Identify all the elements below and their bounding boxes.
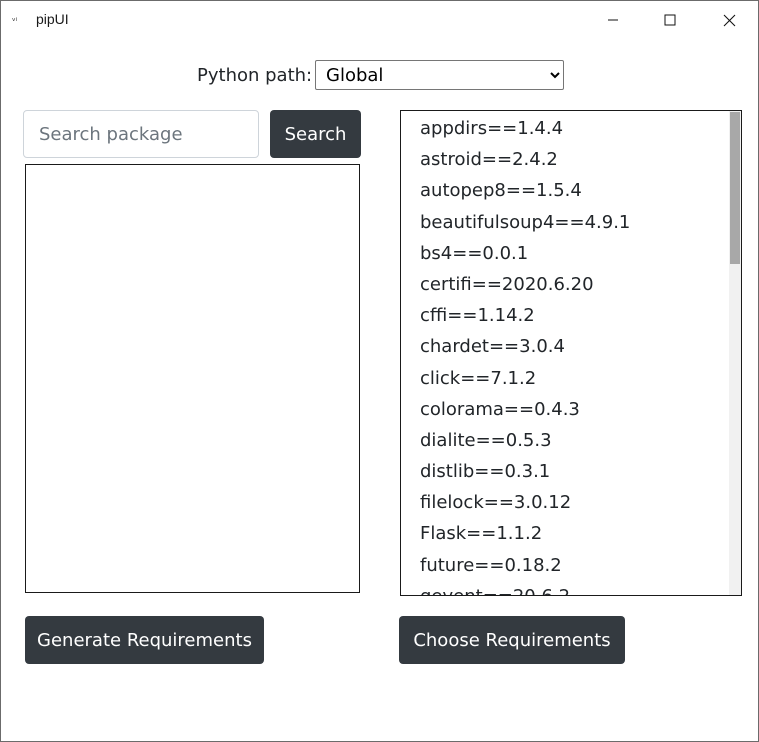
package-item[interactable]: cffi==1.14.2: [420, 302, 720, 333]
close-icon: [723, 14, 735, 26]
package-item[interactable]: dialite==0.5.3: [420, 427, 720, 458]
app-window: ᵥᵢ pipUI Python path: Global Search appd…: [0, 0, 759, 742]
generate-requirements-button[interactable]: Generate Requirements: [25, 616, 264, 664]
package-item[interactable]: appdirs==1.4.4: [420, 115, 720, 146]
package-item[interactable]: certifi==2020.6.20: [420, 271, 720, 302]
package-item[interactable]: astroid==2.4.2: [420, 146, 720, 177]
python-path-label: Python path:: [197, 65, 313, 86]
scrollbar[interactable]: [729, 111, 741, 595]
close-button[interactable]: [706, 1, 752, 39]
search-input[interactable]: [23, 110, 259, 158]
maximize-button[interactable]: [647, 1, 693, 39]
package-item[interactable]: Flask==1.1.2: [420, 520, 720, 551]
minimize-button[interactable]: [590, 1, 636, 39]
package-item[interactable]: distlib==0.3.1: [420, 458, 720, 489]
window-title: pipUI: [36, 11, 69, 27]
minimize-icon: [608, 19, 618, 21]
package-item[interactable]: filelock==3.0.12: [420, 489, 720, 520]
package-item[interactable]: bs4==0.0.1: [420, 240, 720, 271]
installed-packages-list[interactable]: appdirs==1.4.4 astroid==2.4.2 autopep8==1.…: [400, 110, 742, 596]
package-item[interactable]: gevent==20.6.2: [420, 583, 720, 595]
scrollbar-thumb[interactable]: [730, 112, 740, 264]
title-bar[interactable]: ᵥᵢ pipUI: [1, 1, 758, 39]
package-list-items: appdirs==1.4.4 astroid==2.4.2 autopep8==1.…: [420, 115, 720, 595]
maximize-icon: [664, 14, 676, 26]
app-icon: ᵥᵢ: [12, 14, 18, 24]
package-item[interactable]: colorama==0.4.3: [420, 396, 720, 427]
package-item[interactable]: click==7.1.2: [420, 365, 720, 396]
python-path-select[interactable]: Global: [315, 60, 564, 90]
package-item[interactable]: beautifulsoup4==4.9.1: [420, 209, 720, 240]
package-item[interactable]: autopep8==1.5.4: [420, 177, 720, 208]
package-item[interactable]: future==0.18.2: [420, 552, 720, 583]
search-button[interactable]: Search: [270, 110, 361, 158]
search-results-list[interactable]: [25, 164, 360, 593]
package-item[interactable]: chardet==3.0.4: [420, 333, 720, 364]
choose-requirements-button[interactable]: Choose Requirements: [399, 616, 625, 664]
